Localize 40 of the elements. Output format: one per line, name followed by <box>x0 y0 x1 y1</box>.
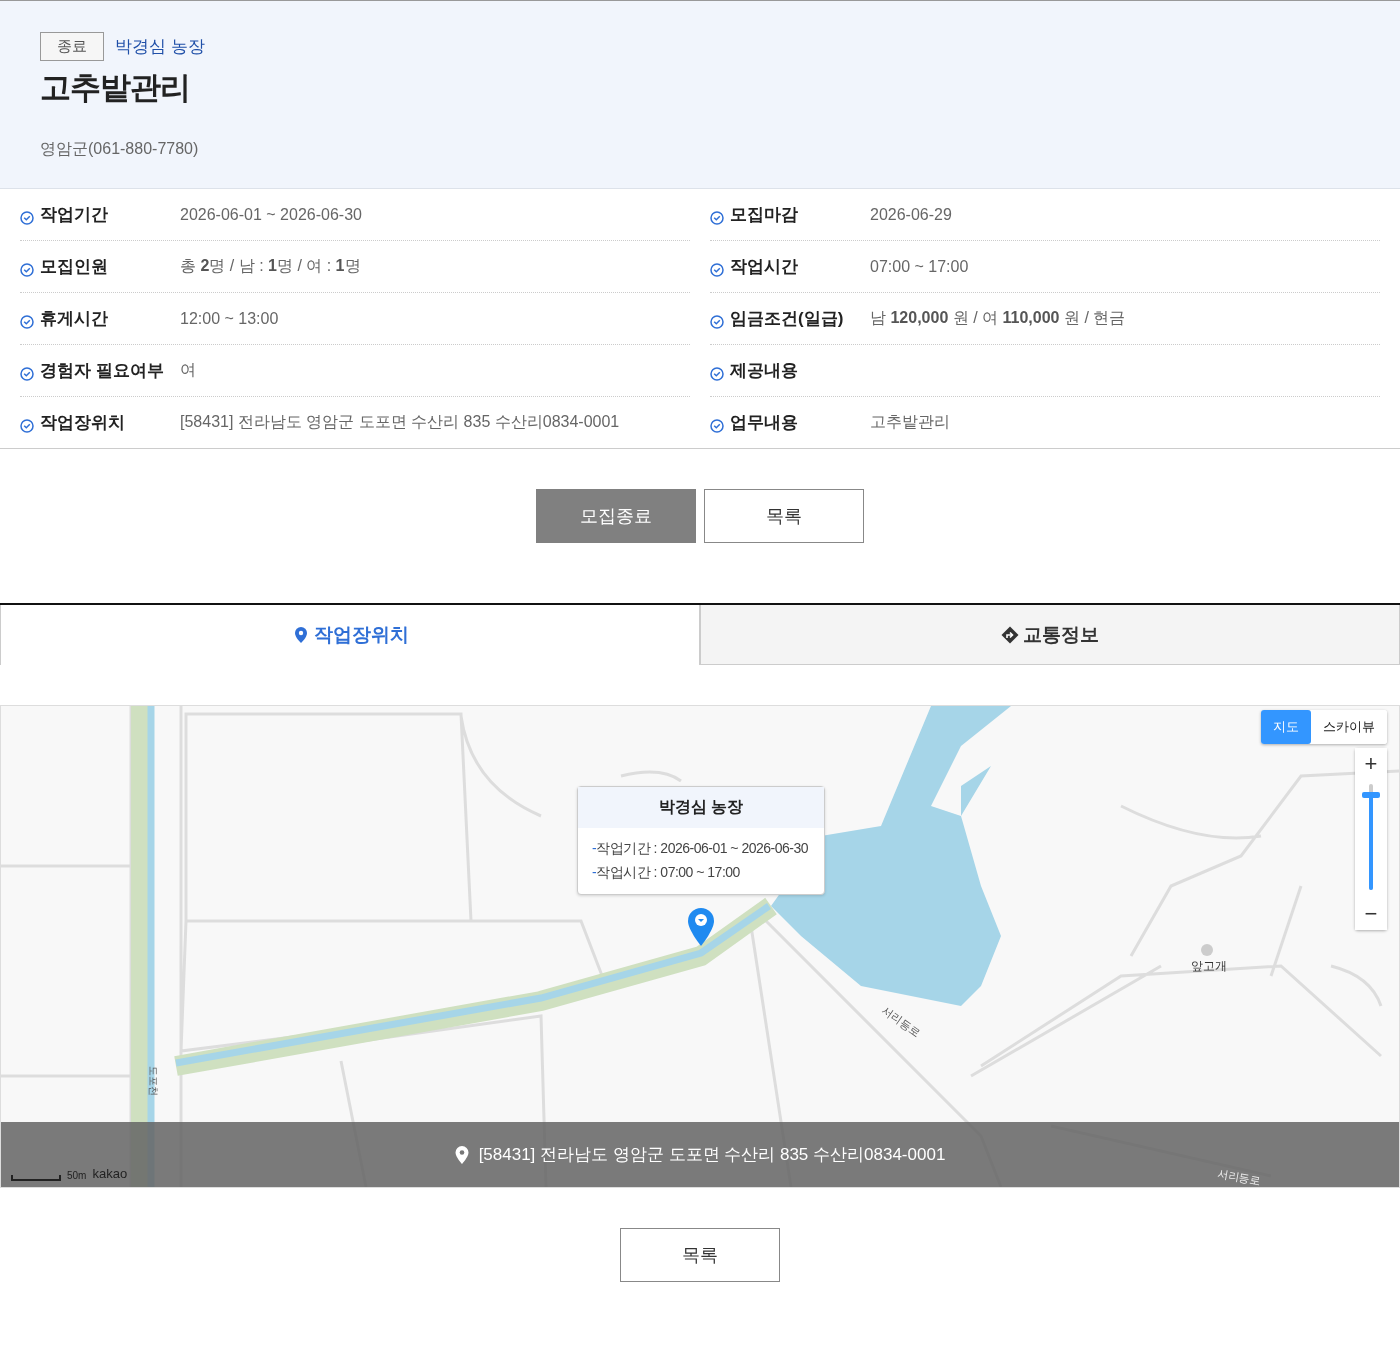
field-value: 총 2명 / 남 : 1명 / 여 : 1명 <box>180 256 361 276</box>
tab[interactable]: 교통정보 <box>700 605 1400 665</box>
field-label: 경험자 필요여부 <box>40 360 165 382</box>
field-label: 모집인원 <box>40 256 109 278</box>
close-recruit-button[interactable]: 모집종료 <box>536 489 696 543</box>
field-value: 2026-06-01 ~ 2026-06-30 <box>180 205 362 224</box>
map-brand: kakao <box>92 1166 128 1181</box>
scale-label: 50m <box>67 1170 87 1181</box>
field-label: 모집마감 <box>730 204 799 226</box>
map-type-button[interactable]: 스카이뷰 <box>1311 710 1387 744</box>
field-value: 2026-06-29 <box>870 205 952 224</box>
field-value: 남 120,000 원 / 여 110,000 원 / 현금 <box>870 308 1126 328</box>
field-label: 업무내용 <box>730 412 799 434</box>
tab[interactable]: 작업장위치 <box>0 605 700 665</box>
job-title: 고추밭관리 <box>40 69 191 107</box>
field-value: 여 <box>180 360 196 380</box>
zoom-in-button[interactable]: + <box>1355 748 1387 780</box>
field-label: 작업장위치 <box>40 412 126 434</box>
list-button[interactable]: 목록 <box>620 1228 780 1282</box>
contact-text: 영암군(061-880-7780) <box>40 139 200 159</box>
field-label: 임금조건(일급) <box>730 308 845 330</box>
place-label: 앞고개 <box>1191 959 1227 973</box>
road-label: 서리등로 <box>1216 1166 1262 1187</box>
field-label: 제공내용 <box>730 360 799 382</box>
info-line: -작업기간 : 2026-06-01 ~ 2026-06-30 <box>592 840 810 858</box>
zoom-out-button[interactable]: − <box>1355 898 1387 930</box>
address-text: [58431] 전라남도 영암군 도포면 수산리 835 수산리0834-0001 <box>478 1144 946 1166</box>
status-badge: 종료 <box>40 32 104 61</box>
field-label: 작업기간 <box>40 204 109 226</box>
field-label: 휴게시간 <box>40 308 109 330</box>
info-title: 박경심 농장 <box>578 787 824 828</box>
stream-label: 도포천 <box>148 1066 159 1096</box>
list-button[interactable]: 목록 <box>704 489 864 543</box>
info-line: -작업시간 : 07:00 ~ 17:00 <box>592 864 741 882</box>
farm-name: 박경심 농장 <box>115 36 205 58</box>
field-value: 07:00 ~ 17:00 <box>870 257 969 276</box>
field-value: 고추밭관리 <box>870 412 950 432</box>
field-label: 작업시간 <box>730 256 799 278</box>
field-value: [58431] 전라남도 영암군 도포면 수산리 835 수산리0834-0001 <box>180 412 620 432</box>
field-value: 12:00 ~ 13:00 <box>180 309 279 328</box>
